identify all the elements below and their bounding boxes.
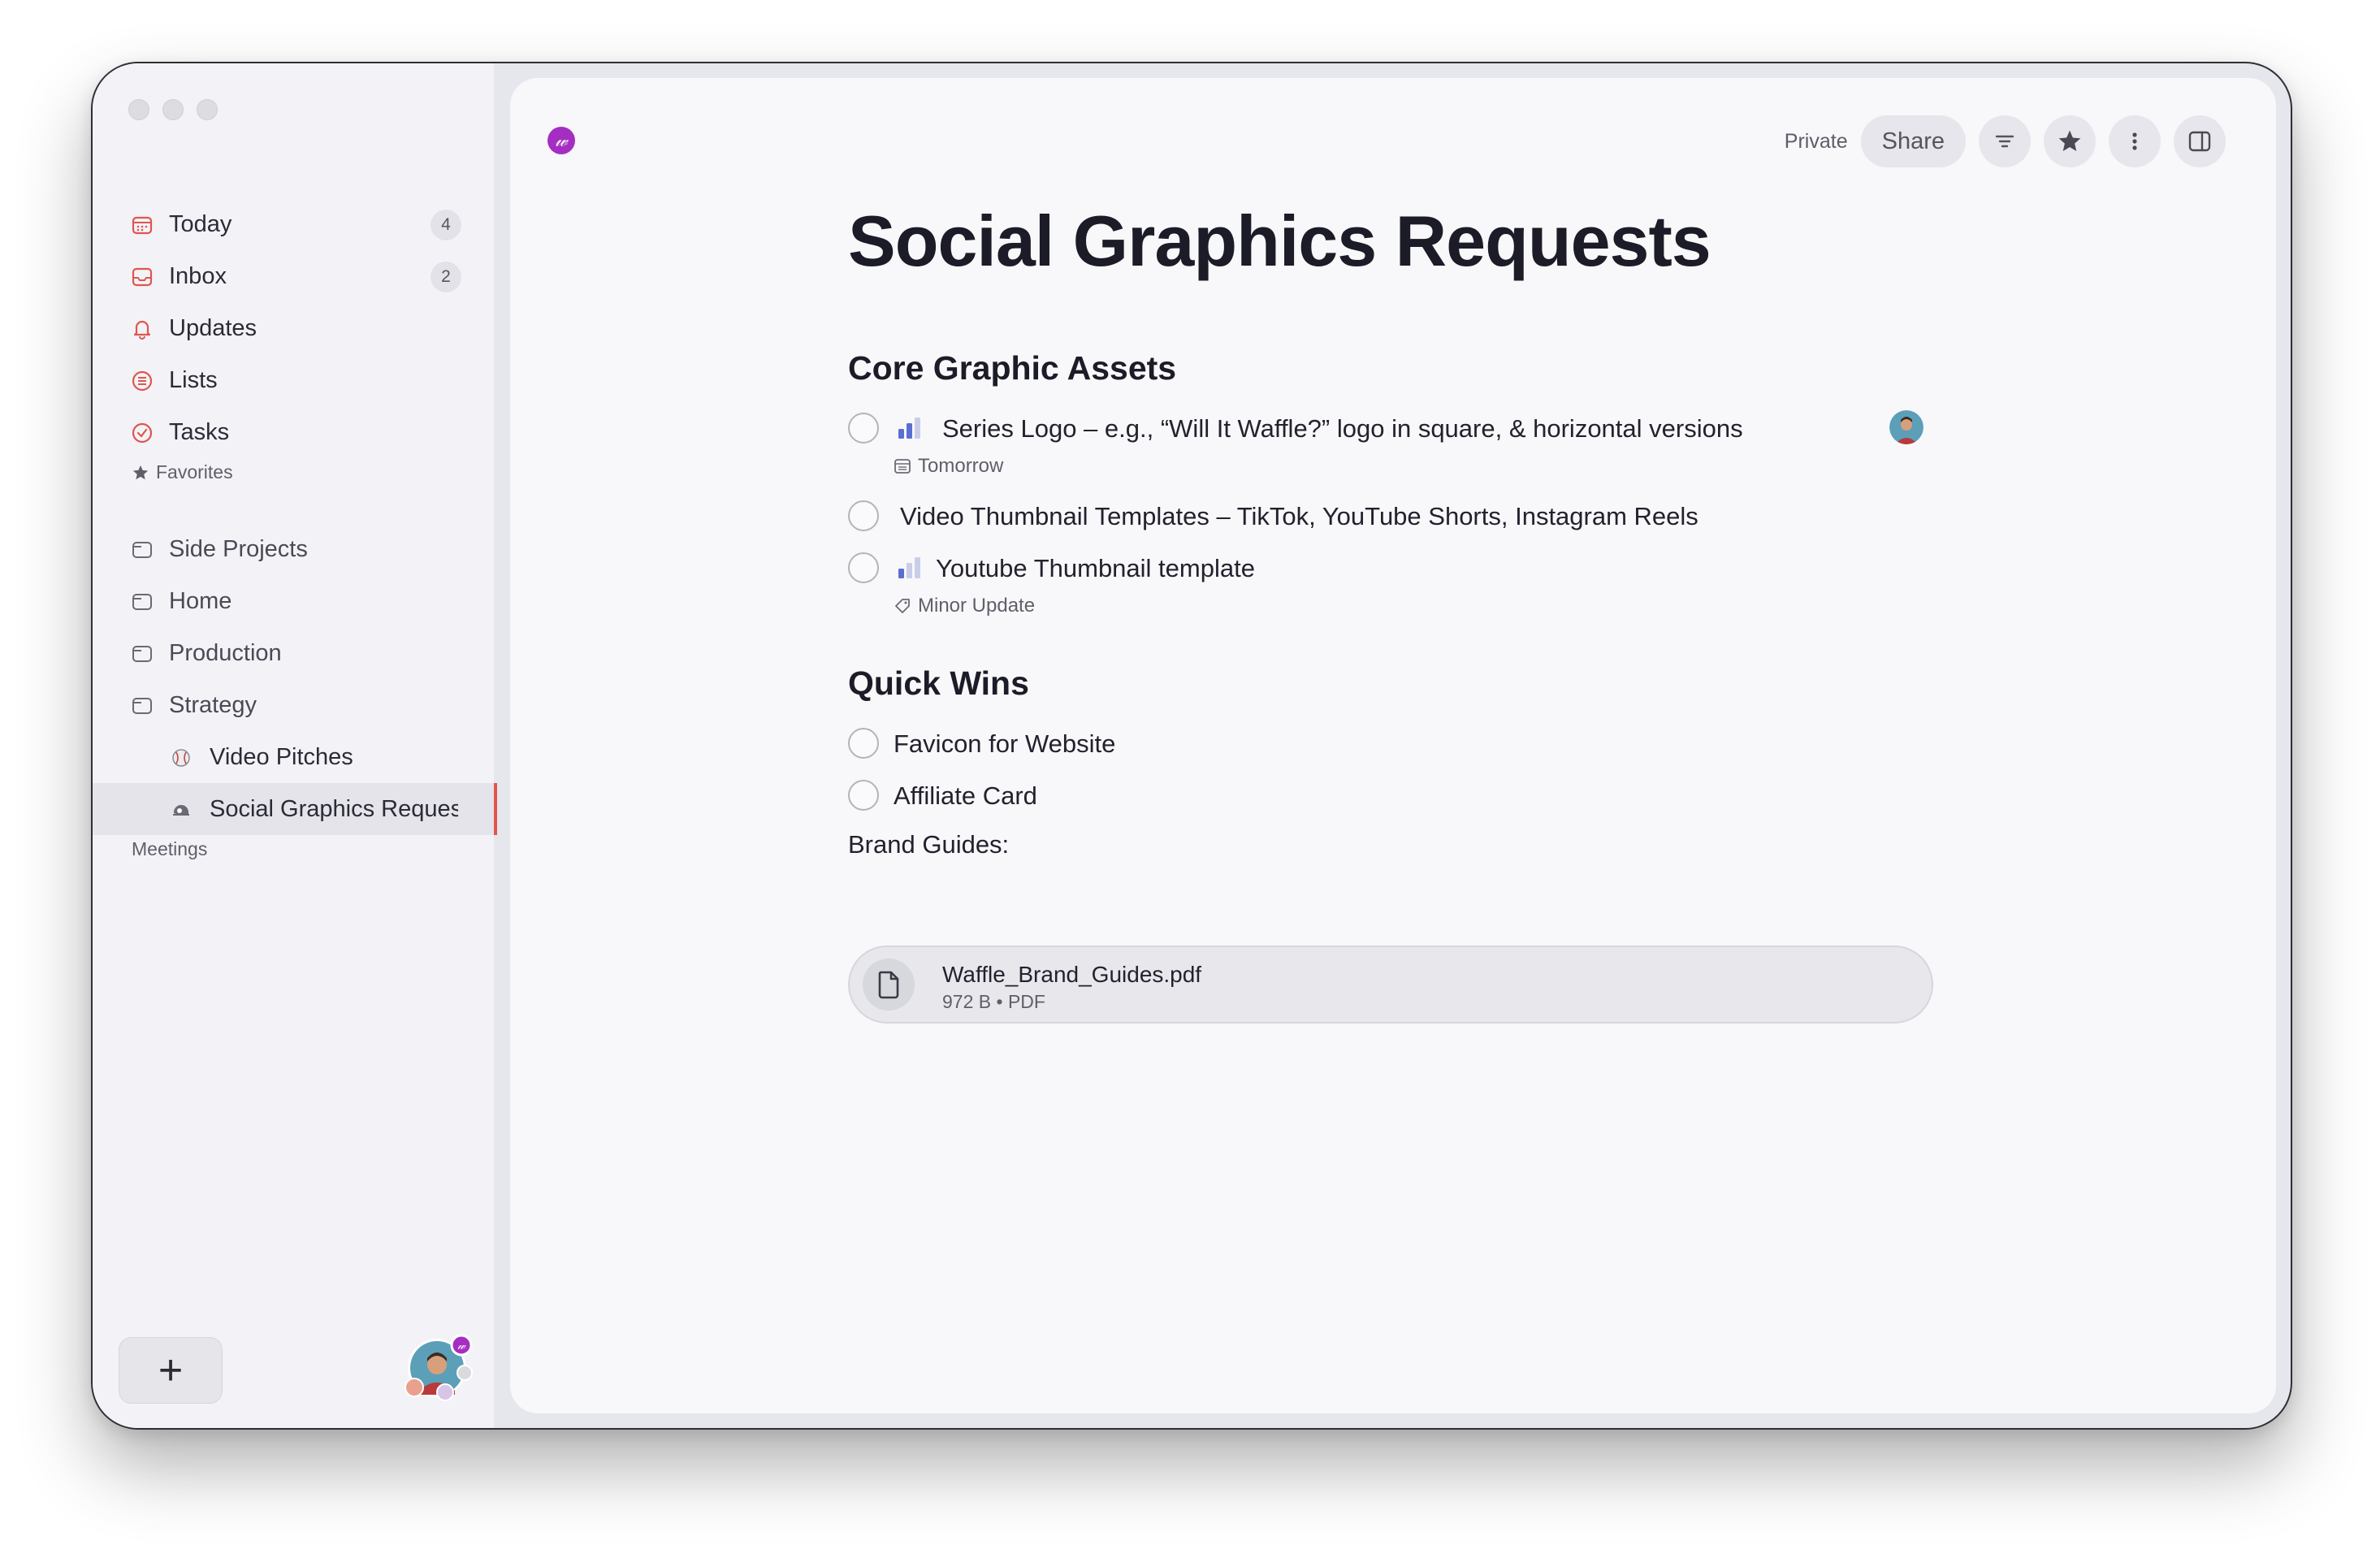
sidebar-item-label: Production bbox=[169, 639, 282, 666]
task-title[interactable]: Youtube Thumbnail template bbox=[936, 554, 1255, 583]
window-controls bbox=[128, 99, 218, 120]
priority-low-icon bbox=[898, 557, 920, 578]
section-heading[interactable]: Quick Wins bbox=[848, 664, 1029, 703]
task-title[interactable]: Favicon for Website bbox=[894, 729, 1115, 759]
section-heading[interactable]: Core Graphic Assets bbox=[848, 349, 1176, 387]
sidebar-item-strategy[interactable]: Strategy bbox=[93, 679, 494, 731]
sidebar-panel-icon bbox=[2188, 131, 2211, 152]
toolbar: Private Share bbox=[1785, 115, 2226, 167]
baseball-icon bbox=[172, 749, 190, 767]
zoom-window-button[interactable] bbox=[197, 99, 218, 120]
task-item[interactable]: Favicon for Website bbox=[848, 720, 1936, 765]
count-badge: 2 bbox=[431, 262, 461, 292]
task-checkbox[interactable] bbox=[848, 780, 879, 811]
svg-text:𝓌: 𝓌 bbox=[457, 1339, 466, 1352]
star-icon bbox=[132, 465, 149, 479]
sidebar-item-label: Lists bbox=[169, 366, 218, 393]
sidebar-item-today[interactable]: Today 4 bbox=[93, 198, 494, 250]
sidebar-item-tasks[interactable]: Tasks bbox=[93, 406, 494, 458]
main-panel: 𝓌 Private Share Social Graphics Requests… bbox=[510, 78, 2276, 1413]
privacy-label[interactable]: Private bbox=[1785, 130, 1848, 154]
minimize-window-button[interactable] bbox=[162, 99, 184, 120]
folder-icon bbox=[132, 542, 152, 558]
sidebar-item-label: Social Graphics Reques bbox=[210, 795, 458, 822]
tag-icon bbox=[895, 599, 910, 613]
task-checkbox[interactable] bbox=[848, 552, 879, 583]
page-title[interactable]: Social Graphics Requests bbox=[848, 200, 1711, 283]
meetings-header[interactable]: Meetings bbox=[132, 838, 207, 860]
filter-icon bbox=[1995, 135, 2014, 148]
count-badge: 4 bbox=[431, 210, 461, 240]
task-label[interactable]: Minor Update bbox=[918, 595, 1035, 617]
avatar bbox=[1889, 410, 1923, 444]
sidebar-item-label: Today bbox=[169, 210, 232, 237]
avatar: 𝓌 bbox=[405, 1334, 473, 1401]
file-meta: 972 B • PDF bbox=[942, 991, 1045, 1012]
star-icon bbox=[2058, 130, 2081, 151]
brand-guides-label[interactable]: Brand Guides: bbox=[848, 830, 1009, 859]
priority-medium-icon bbox=[898, 418, 920, 439]
task-checkbox[interactable] bbox=[848, 500, 879, 531]
folder-icon bbox=[132, 698, 152, 714]
calendar-icon bbox=[132, 216, 153, 235]
task-item[interactable]: Youtube Thumbnail template Minor Update bbox=[848, 544, 1936, 617]
share-button[interactable]: Share bbox=[1860, 115, 1966, 167]
sidebar-item-inbox[interactable]: Inbox 2 bbox=[93, 250, 494, 302]
bell-icon bbox=[133, 320, 151, 340]
sidebar-item-lists[interactable]: Lists bbox=[93, 354, 494, 406]
close-window-button[interactable] bbox=[128, 99, 149, 120]
task-item[interactable]: Affiliate Card bbox=[848, 772, 1936, 817]
file-name: Waffle_Brand_Guides.pdf bbox=[942, 962, 1202, 987]
task-meta: Tomorrow bbox=[894, 455, 1003, 478]
sidebar-item-label: Home bbox=[169, 587, 232, 614]
app-window: Today 4 Inbox 2 Updates Lists Tasks Favo… bbox=[91, 62, 2292, 1430]
list-icon bbox=[132, 370, 153, 392]
favorites-label: Favorites bbox=[156, 461, 233, 483]
task-title[interactable]: Series Logo – e.g., “Will It Waffle?” lo… bbox=[942, 414, 1743, 444]
sidebar-item-label: Strategy bbox=[169, 691, 257, 718]
account-avatars[interactable]: 𝓌 bbox=[403, 1332, 481, 1410]
sidebar-item-label: Side Projects bbox=[169, 535, 308, 562]
calendar-icon bbox=[894, 459, 911, 474]
toggle-panel-button[interactable] bbox=[2174, 115, 2226, 167]
sidebar-item-label: Updates bbox=[169, 314, 257, 341]
sidebar-item-video-pitches[interactable]: Video Pitches bbox=[93, 731, 494, 783]
file-attachment[interactable]: Waffle_Brand_Guides.pdf 972 B • PDF bbox=[848, 946, 1933, 1024]
file-icon-wrap bbox=[863, 959, 915, 1011]
task-checkbox[interactable] bbox=[848, 728, 879, 759]
task-item[interactable]: Video Thumbnail Templates – TikTok, YouT… bbox=[848, 492, 1936, 538]
sidebar-item-label: Inbox bbox=[169, 262, 227, 289]
more-options-button[interactable] bbox=[2109, 115, 2161, 167]
task-item[interactable]: Series Logo – e.g., “Will It Waffle?” lo… bbox=[848, 405, 1936, 477]
sidebar-item-social-graphics-requests[interactable]: Social Graphics Reques bbox=[93, 783, 497, 835]
document-icon bbox=[878, 971, 899, 999]
sidebar-item-side-projects[interactable]: Side Projects bbox=[93, 523, 494, 575]
sidebar-item-label: Video Pitches bbox=[210, 743, 353, 770]
more-vertical-icon bbox=[2132, 132, 2137, 150]
sidebar-item-updates[interactable]: Updates bbox=[93, 302, 494, 354]
sidebar: Today 4 Inbox 2 Updates Lists Tasks Favo… bbox=[93, 63, 497, 1428]
inbox-icon bbox=[132, 267, 153, 287]
assignee-avatar[interactable] bbox=[1889, 410, 1923, 444]
task-title[interactable]: Video Thumbnail Templates – TikTok, YouT… bbox=[900, 502, 1698, 531]
workspace-logo[interactable]: 𝓌 bbox=[547, 127, 575, 154]
task-title[interactable]: Affiliate Card bbox=[894, 781, 1037, 811]
filter-button[interactable] bbox=[1979, 115, 2031, 167]
helmet-icon bbox=[173, 804, 189, 816]
sidebar-item-label: Tasks bbox=[169, 418, 230, 445]
favorite-button[interactable] bbox=[2044, 115, 2096, 167]
sidebar-item-home[interactable]: Home bbox=[93, 575, 494, 627]
favorites-header[interactable]: Favorites bbox=[132, 461, 233, 483]
sidebar-item-production[interactable]: Production bbox=[93, 627, 494, 679]
folder-icon bbox=[132, 594, 152, 610]
folder-icon bbox=[132, 646, 152, 662]
task-meta: Minor Update bbox=[894, 595, 1035, 617]
due-date[interactable]: Tomorrow bbox=[918, 455, 1003, 478]
add-button[interactable]: + bbox=[119, 1337, 223, 1404]
check-circle-icon bbox=[132, 422, 153, 444]
task-checkbox[interactable] bbox=[848, 413, 879, 444]
